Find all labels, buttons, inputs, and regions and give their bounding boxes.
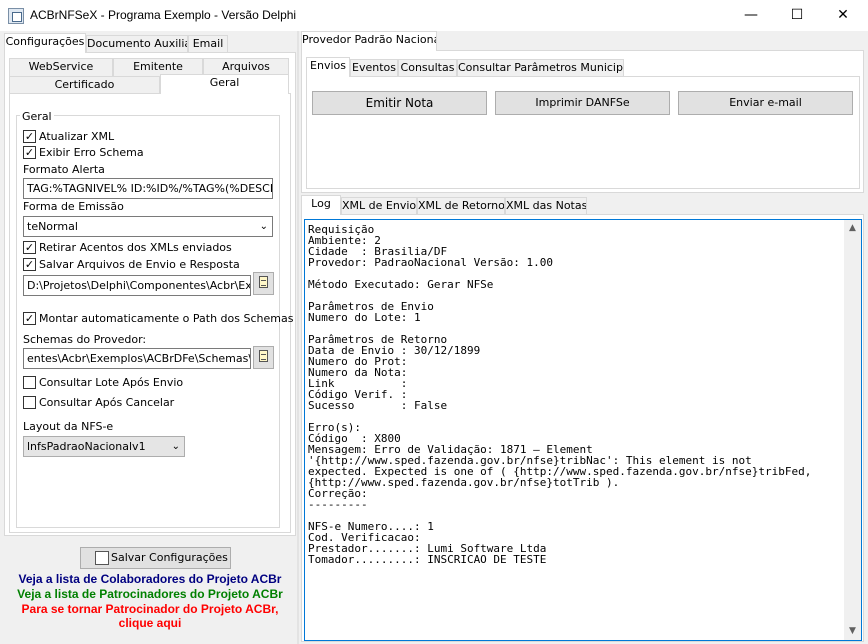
tab-geral[interactable]: Geral	[160, 74, 289, 94]
tab-eventos[interactable]: Eventos	[350, 59, 398, 77]
forma-emissao-select[interactable]: teNormal ⌄	[23, 216, 273, 237]
tornar-patrocinador-link[interactable]: Para se tornar Patrocinador do Projeto A…	[0, 602, 300, 616]
consultar-cancelar-label: Consultar Após Cancelar	[39, 396, 175, 409]
exibir-erro-schema-checkbox[interactable]: ✓	[23, 146, 36, 159]
schemas-input[interactable]: entes\Acbr\Exemplos\ACBrDFe\Schemas\NFSe	[23, 348, 251, 369]
browse-schemas-button[interactable]	[253, 346, 274, 369]
tab-consultas[interactable]: Consultas	[398, 59, 457, 77]
folder-icon	[259, 276, 268, 288]
scroll-down-icon[interactable]: ▼	[844, 623, 861, 640]
formato-alerta-label: Formato Alerta	[23, 163, 105, 176]
path-salvar-input[interactable]: D:\Projetos\Delphi\Componentes\Acbr\Exem…	[23, 275, 251, 296]
patrocinadores-link[interactable]: Veja a lista de Patrocinadores do Projet…	[0, 587, 300, 601]
schemas-label: Schemas do Provedor:	[23, 333, 147, 346]
forma-emissao-value: teNormal	[27, 220, 78, 233]
retirar-acentos-label: Retirar Acentos dos XMLs enviados	[39, 241, 232, 254]
provedor-panel: Envios Eventos Consultas Consultar Parâm…	[301, 50, 864, 193]
atualizar-xml-label: Atualizar XML	[39, 130, 115, 143]
envios-panel: Emitir Nota Imprimir DANFSe Enviar e-mai…	[306, 76, 860, 189]
colaboradores-link[interactable]: Veja a lista de Colaboradores do Projeto…	[0, 572, 300, 586]
geral-panel: Geral ✓ Atualizar XML ✓ Exibir Erro Sche…	[9, 93, 294, 533]
layout-select[interactable]: lnfsPadraoNacionalv1 ⌄	[23, 436, 185, 457]
app-icon	[8, 8, 24, 24]
title-bar[interactable]: ACBrNFSeX - Programa Exemplo - Versão De…	[0, 0, 868, 31]
log-panel: Requisição Ambiente: 2 Cidade : Brasilia…	[301, 214, 864, 642]
tab-certificado[interactable]: Certificado	[9, 76, 160, 94]
chevron-down-icon: ⌄	[259, 221, 268, 232]
tab-configuracoes[interactable]: Configurações	[4, 33, 86, 53]
salvar-configuracoes-button[interactable]: Salvar Configurações	[80, 547, 231, 569]
layout-value: lnfsPadraoNacionalv1	[27, 440, 146, 453]
tab-webservice[interactable]: WebService	[9, 58, 113, 76]
forma-emissao-label: Forma de Emissão	[23, 200, 124, 213]
montar-path-label: Montar automaticamente o Path dos Schema…	[39, 312, 294, 325]
layout-label: Layout da NFS-e	[23, 420, 114, 433]
splitter[interactable]	[297, 31, 299, 644]
formato-alerta-input[interactable]: TAG:%TAGNIVEL% ID:%ID%/%TAG%(%DESCRI	[23, 178, 273, 199]
emitir-nota-button[interactable]: Emitir Nota	[312, 91, 487, 115]
salvar-arquivos-label: Salvar Arquivos de Envio e Resposta	[39, 258, 240, 271]
tab-xml-retorno[interactable]: XML de Retorno	[417, 197, 505, 215]
imprimir-danfse-button[interactable]: Imprimir DANFSe	[495, 91, 670, 115]
scroll-up-icon[interactable]: ▲	[844, 220, 861, 237]
close-button[interactable]: ✕	[820, 0, 866, 31]
consultar-lote-checkbox[interactable]	[23, 376, 36, 389]
save-icon	[95, 551, 109, 565]
montar-path-checkbox[interactable]: ✓	[23, 312, 36, 325]
tab-xml-envio[interactable]: XML de Envio	[341, 197, 417, 215]
tab-log[interactable]: Log	[301, 195, 341, 215]
tab-xml-notas[interactable]: XML das Notas	[505, 197, 587, 215]
log-memo[interactable]: Requisição Ambiente: 2 Cidade : Brasilia…	[304, 219, 862, 641]
consultar-cancelar-checkbox[interactable]	[23, 396, 36, 409]
tab-envios[interactable]: Envios	[306, 57, 350, 77]
tab-documento-auxiliar[interactable]: Documento Auxiliar	[86, 35, 188, 53]
maximize-button[interactable]: ☐	[774, 0, 820, 31]
tab-provedor-padrao-nacional[interactable]: Provedor Padrão Nacional	[301, 31, 437, 51]
salvar-configuracoes-label: Salvar Configurações	[111, 551, 228, 564]
enviar-email-button[interactable]: Enviar e-mail	[678, 91, 853, 115]
log-scrollbar[interactable]: ▲ ▼	[844, 220, 861, 640]
window-title: ACBrNFSeX - Programa Exemplo - Versão De…	[30, 8, 297, 22]
atualizar-xml-checkbox[interactable]: ✓	[23, 130, 36, 143]
log-text: Requisição Ambiente: 2 Cidade : Brasilia…	[308, 223, 812, 566]
browse-path-button[interactable]	[253, 272, 274, 295]
consultar-lote-label: Consultar Lote Após Envio	[39, 376, 184, 389]
tab-email[interactable]: Email	[188, 35, 228, 53]
exibir-erro-schema-label: Exibir Erro Schema	[39, 146, 144, 159]
salvar-arquivos-checkbox[interactable]: ✓	[23, 258, 36, 271]
folder-icon	[259, 350, 268, 362]
retirar-acentos-checkbox[interactable]: ✓	[23, 241, 36, 254]
configuracoes-panel: WebService Emitente Arquivos Certificado…	[4, 52, 296, 536]
tab-consultar-parametros[interactable]: Consultar Parâmetros Municipais	[457, 59, 624, 77]
chevron-down-icon: ⌄	[171, 441, 180, 452]
clique-aqui-link[interactable]: clique aqui	[0, 616, 300, 630]
geral-group-title: Geral	[20, 110, 54, 123]
minimize-button[interactable]: —	[728, 0, 774, 31]
